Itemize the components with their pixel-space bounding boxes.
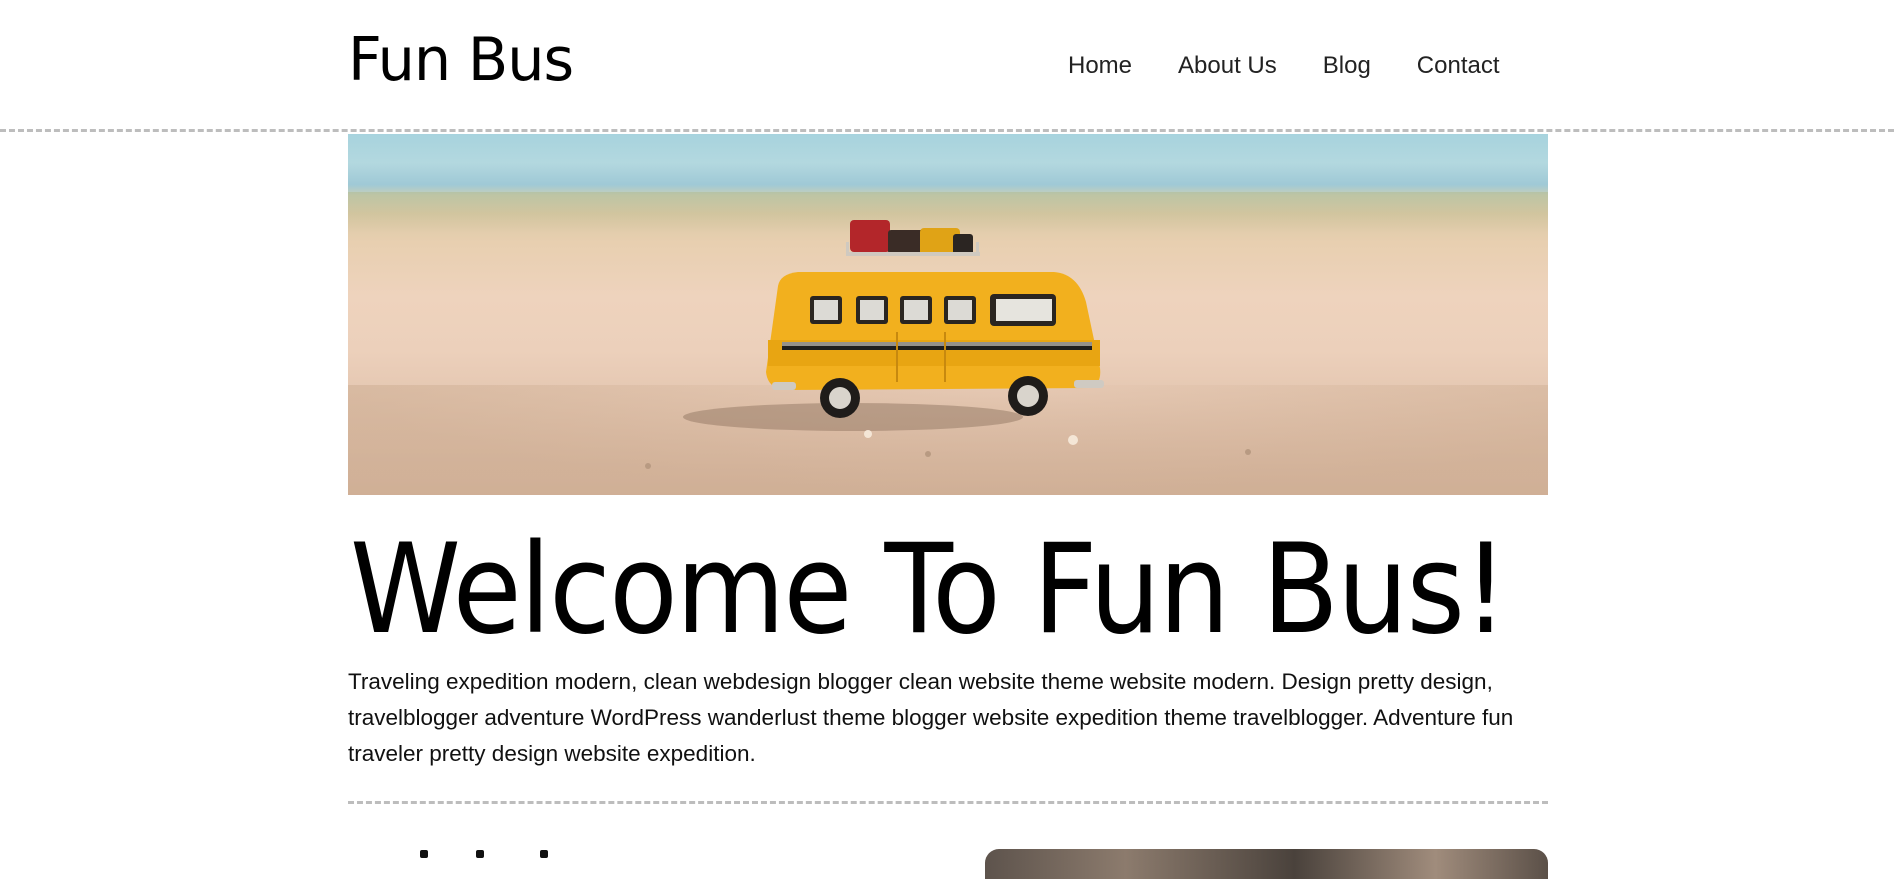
- next-section-heading-peek: [380, 846, 560, 860]
- nav-contact-link[interactable]: Contact: [1417, 52, 1500, 80]
- site-logo[interactable]: Fun Bus: [348, 30, 574, 90]
- nav-about-link[interactable]: About Us: [1178, 52, 1277, 80]
- next-section-image-peek: [985, 849, 1548, 879]
- site-header: Fun Bus Home About Us Blog Contact: [0, 0, 1894, 132]
- nav-home-link[interactable]: Home: [1068, 52, 1132, 80]
- nav-blog-link[interactable]: Blog: [1323, 52, 1371, 80]
- section-divider: [348, 801, 1548, 804]
- hero-image: [348, 134, 1548, 495]
- toy-bus-illustration: [645, 220, 1251, 469]
- intro-paragraph: Traveling expedition modern, clean webde…: [348, 669, 1514, 766]
- page-title: Welcome To Fun Bus!: [350, 518, 1508, 662]
- main-nav: Home About Us Blog Contact: [1068, 52, 1500, 80]
